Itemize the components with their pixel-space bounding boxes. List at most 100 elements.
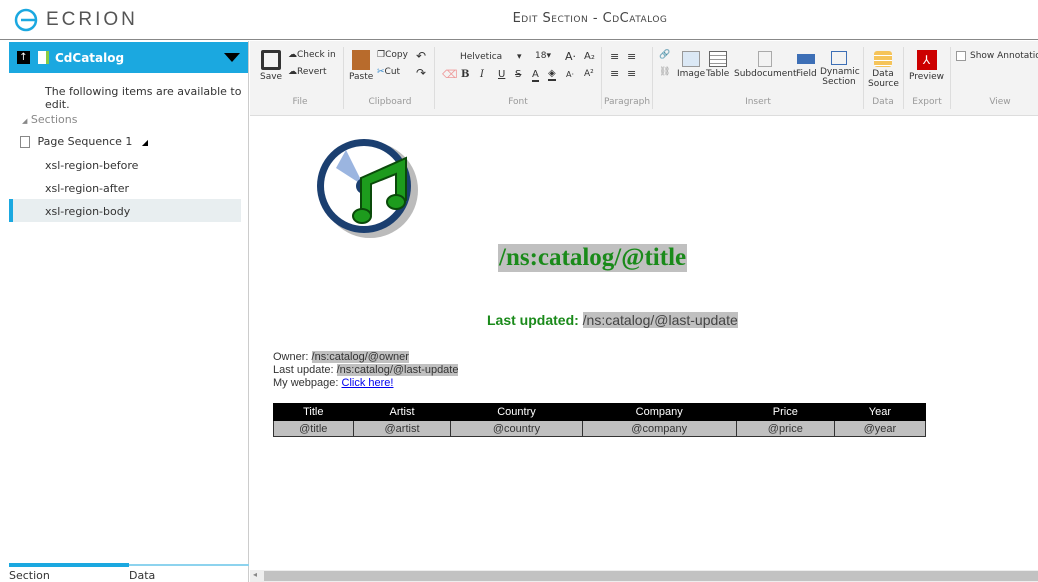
cut-button[interactable]: ✂Cut <box>377 67 400 77</box>
revert-button[interactable]: ☁Revert <box>288 67 326 77</box>
table-cell[interactable]: @year <box>833 420 927 437</box>
redo-icon[interactable]: ↷ <box>416 66 426 80</box>
table-cell[interactable]: @artist <box>352 420 452 437</box>
tab-section[interactable]: Section <box>9 569 50 582</box>
webpage-link[interactable]: Click here! <box>342 377 394 389</box>
database-icon <box>874 51 892 67</box>
check-in-button[interactable]: ☁Check in <box>288 50 336 60</box>
table-row: @title @artist @country @company @price … <box>273 420 927 437</box>
paste-button[interactable]: Paste <box>349 50 373 82</box>
last-update-field[interactable]: /ns:catalog/@last-update <box>336 364 459 376</box>
info-text: The following items are available to edi… <box>45 85 242 111</box>
data-source-button[interactable]: Data Source <box>868 51 899 89</box>
scissors-icon: ✂ <box>377 67 385 77</box>
document-canvas[interactable]: /ns:catalog/@title Last updated: /ns:cat… <box>250 116 1038 570</box>
owner-field[interactable]: /ns:catalog/@owner <box>311 351 409 363</box>
highlight-icon[interactable]: ◈ <box>548 68 556 81</box>
ribbon-toolbar: Save ☁Check in ☁Revert Paste ❐Copy ✂Cut … <box>250 41 1038 116</box>
cd-music-logo-image[interactable] <box>316 138 420 240</box>
strikethrough-icon[interactable]: S <box>515 69 521 80</box>
shrink-font-icon[interactable]: A₂ <box>584 51 595 62</box>
link-icon[interactable]: 🔗 <box>659 50 670 60</box>
subscript-icon[interactable]: A· <box>566 70 574 79</box>
group-view: View <box>989 97 1011 107</box>
grow-font-icon[interactable]: A· <box>565 50 576 63</box>
show-annotations-checkbox[interactable]: Show Annotations <box>956 51 1038 61</box>
group-file: File <box>292 97 308 107</box>
catalog-table[interactable]: Title Artist Country Company Price Year … <box>273 403 927 437</box>
cloud-upload-icon: ☁ <box>288 50 297 60</box>
group-clipboard: Clipboard <box>368 97 412 107</box>
sidebar-item-region-body[interactable]: xsl-region-body <box>9 199 241 222</box>
italic-icon[interactable]: I <box>480 69 484 80</box>
align-center-icon[interactable]: ≡ <box>610 67 619 80</box>
column-header: Country <box>450 403 583 421</box>
table-cell[interactable]: @title <box>273 420 354 437</box>
group-data: Data <box>872 97 894 107</box>
unlink-icon[interactable]: ⛓ <box>659 67 670 77</box>
document-header[interactable]: ↑ CdCatalog <box>9 42 248 73</box>
image-button[interactable]: Image <box>677 51 705 79</box>
font-family-select[interactable]: Helvetica ▾ <box>460 52 522 62</box>
eraser-icon[interactable]: ⌫ <box>442 68 458 81</box>
column-header: Price <box>735 403 835 421</box>
group-export: Export <box>912 97 942 107</box>
ecrion-logo: ECRION <box>14 8 138 32</box>
preview-button[interactable]: ⅄ Preview <box>909 50 944 82</box>
page-sequence-item[interactable]: Page Sequence 1 ◢ <box>20 135 148 148</box>
active-tab-indicator <box>9 563 129 567</box>
pages-icon <box>20 136 30 148</box>
sections-header[interactable]: ◢ Sections <box>22 113 78 126</box>
superscript-icon[interactable]: A² <box>584 69 594 79</box>
scrollbar-thumb[interactable] <box>264 571 1038 581</box>
pdf-icon: ⅄ <box>916 50 937 70</box>
justify-icon[interactable]: ≡ <box>627 50 636 63</box>
table-cell[interactable]: @price <box>735 420 835 437</box>
table-cell[interactable]: @country <box>450 420 583 437</box>
subdocument-icon <box>758 51 773 67</box>
up-arrow-icon[interactable]: ↑ <box>17 51 30 64</box>
owner-line: Owner: /ns:catalog/@owner <box>273 351 409 363</box>
bold-icon[interactable]: B <box>461 69 469 80</box>
last-update-line: Last update: /ns:catalog/@last-update <box>273 364 459 376</box>
align-right-icon[interactable]: ≡ <box>627 67 636 80</box>
sidebar-item-region-after[interactable]: xsl-region-after <box>45 182 129 195</box>
chevron-down-icon[interactable] <box>224 53 240 62</box>
underline-icon[interactable]: U <box>498 69 505 80</box>
undo-icon[interactable]: ↶ <box>416 49 426 63</box>
table-button[interactable]: Table <box>706 51 729 79</box>
save-button[interactable]: Save <box>260 50 282 82</box>
document-name: CdCatalog <box>55 50 125 65</box>
app-header: ECRION Edit Section - CdCatalog <box>0 0 1038 40</box>
table-header-row: Title Artist Country Company Price Year <box>273 403 927 421</box>
group-paragraph: Paragraph <box>603 97 651 107</box>
expand-icon: ◢ <box>141 138 149 147</box>
cloud-revert-icon: ☁ <box>288 67 297 77</box>
document-icon <box>38 51 49 64</box>
font-color-icon[interactable]: A <box>532 69 539 82</box>
copy-icon: ❐ <box>377 50 386 60</box>
last-updated-field[interactable]: /ns:catalog/@last-update <box>582 312 738 328</box>
paste-icon <box>352 50 371 70</box>
save-icon <box>261 50 282 70</box>
field-button[interactable]: Field <box>796 51 817 79</box>
font-size-select[interactable]: 18▾ <box>535 51 551 61</box>
subdocument-button[interactable]: Subdocument <box>734 51 797 79</box>
webpage-line: My webpage: Click here! <box>273 377 394 389</box>
tab-data[interactable]: Data <box>129 569 155 582</box>
copy-button[interactable]: ❐Copy <box>377 50 408 60</box>
dynamic-section-button[interactable]: Dynamic Section <box>820 51 860 87</box>
catalog-title-field[interactable]: /ns:catalog/@title <box>498 244 688 272</box>
image-icon <box>682 51 701 67</box>
checkbox-icon <box>956 51 966 61</box>
sidebar: ↑ CdCatalog The following items are avai… <box>0 41 249 582</box>
table-cell[interactable]: @company <box>581 420 737 437</box>
scroll-left-icon[interactable]: ◂ <box>253 570 257 579</box>
column-header: Artist <box>352 403 452 421</box>
sidebar-item-region-before[interactable]: xsl-region-before <box>45 159 138 172</box>
window-title: Edit Section - CdCatalog <box>512 11 668 26</box>
horizontal-scrollbar[interactable]: ◂ <box>250 570 1038 582</box>
dynamic-section-icon <box>831 51 847 65</box>
align-left-icon[interactable]: ≡ <box>610 50 619 63</box>
collapse-icon: ◢ <box>22 117 28 125</box>
